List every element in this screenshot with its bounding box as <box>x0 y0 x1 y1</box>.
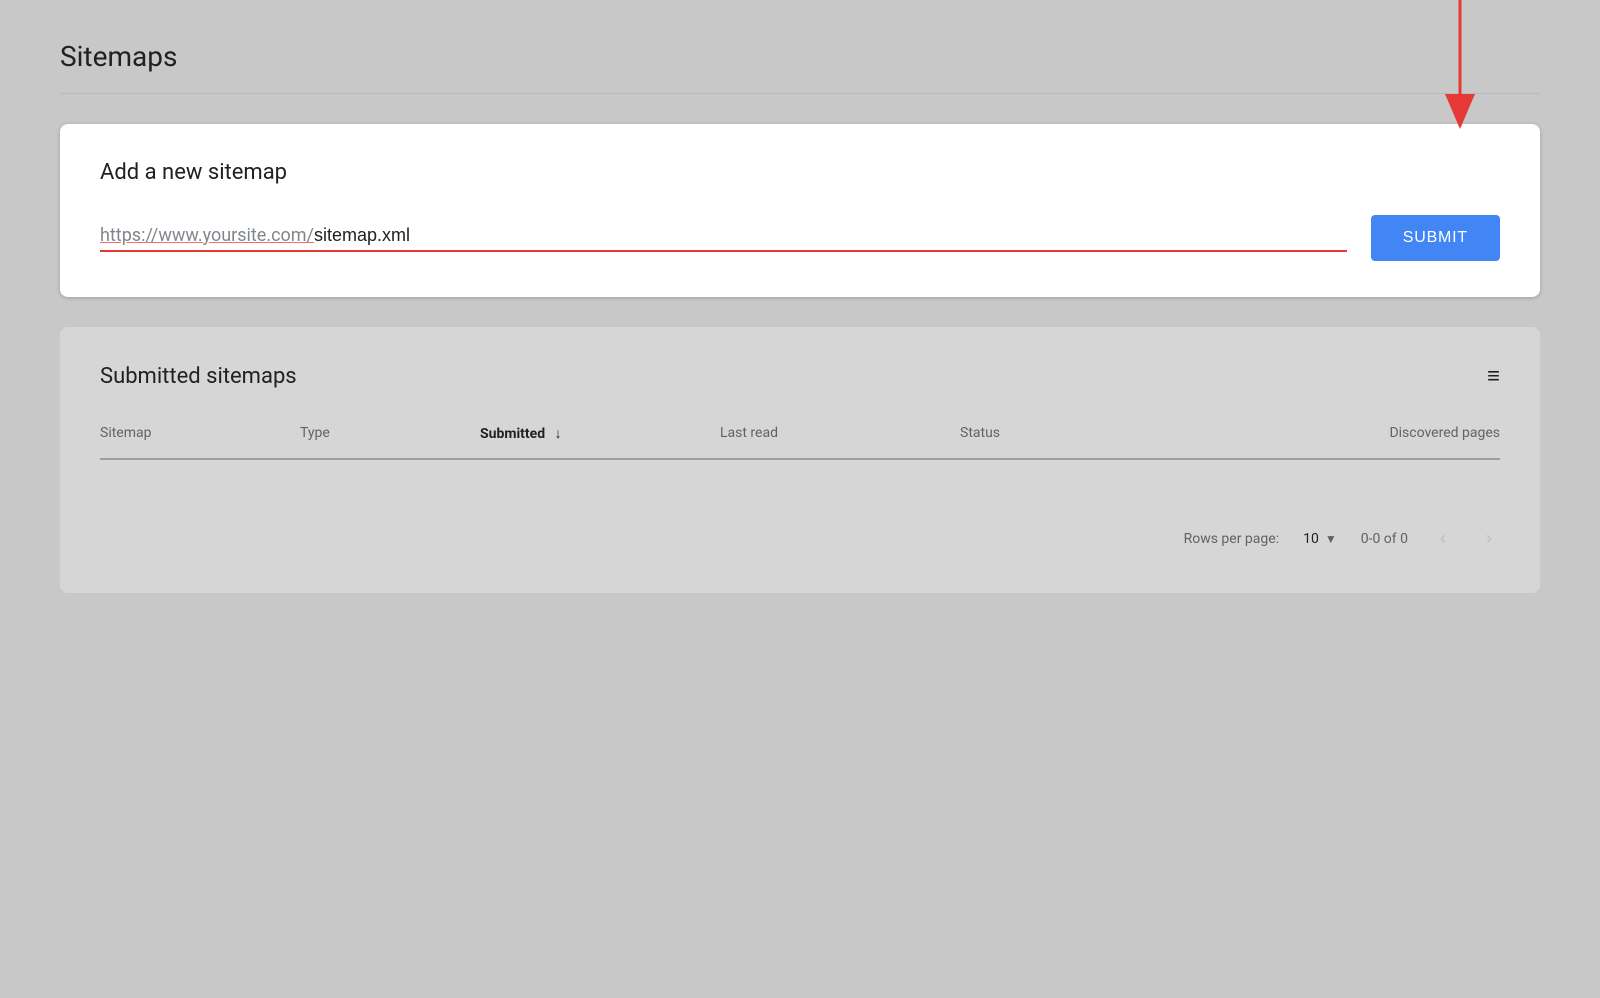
col-type: Type <box>300 425 480 442</box>
rows-per-page-select[interactable]: 10 ▼ <box>1303 531 1337 547</box>
table-header: Sitemap Type Submitted ↓ Last read Statu… <box>100 425 1500 460</box>
annotation-arrow <box>1435 0 1485 134</box>
next-page-button[interactable]: › <box>1478 524 1500 553</box>
col-sitemap: Sitemap <box>100 425 300 442</box>
rows-per-page-dropdown-icon: ▼ <box>1325 532 1337 546</box>
page-title: Sitemaps <box>60 40 1540 73</box>
submitted-sitemaps-title: Submitted sitemaps <box>100 364 297 389</box>
sitemap-path-input[interactable] <box>314 225 1347 246</box>
add-sitemap-title: Add a new sitemap <box>100 160 1500 185</box>
col-status: Status <box>960 425 1140 442</box>
col-last-read: Last read <box>720 425 960 442</box>
rows-per-page-label: Rows per page: <box>1184 531 1279 547</box>
add-sitemap-card: Add a new sitemap https://www.yoursite.c… <box>60 124 1540 297</box>
pagination-row: Rows per page: 10 ▼ 0-0 of 0 ‹ › <box>100 524 1500 553</box>
col-submitted[interactable]: Submitted ↓ <box>480 425 720 442</box>
page-info: 0-0 of 0 <box>1361 531 1408 547</box>
submit-button[interactable]: SUBMIT <box>1371 215 1500 261</box>
title-divider <box>60 93 1540 94</box>
col-submitted-label: Submitted <box>480 426 545 442</box>
sitemap-input-row: https://www.yoursite.com/ SUBMIT <box>100 215 1500 261</box>
rows-per-page-value: 10 <box>1303 531 1319 547</box>
sitemap-input-wrapper: https://www.yoursite.com/ <box>100 225 1347 252</box>
url-prefix: https://www.yoursite.com/ <box>100 225 314 246</box>
submitted-sitemaps-section: Submitted sitemaps ≡ Sitemap Type Submit… <box>60 327 1540 593</box>
sort-down-icon: ↓ <box>555 425 562 442</box>
col-discovered-pages: Discovered pages <box>1140 425 1500 442</box>
section-header: Submitted sitemaps ≡ <box>100 363 1500 389</box>
table-body <box>100 460 1500 500</box>
filter-icon[interactable]: ≡ <box>1487 363 1500 389</box>
prev-page-button[interactable]: ‹ <box>1432 524 1454 553</box>
